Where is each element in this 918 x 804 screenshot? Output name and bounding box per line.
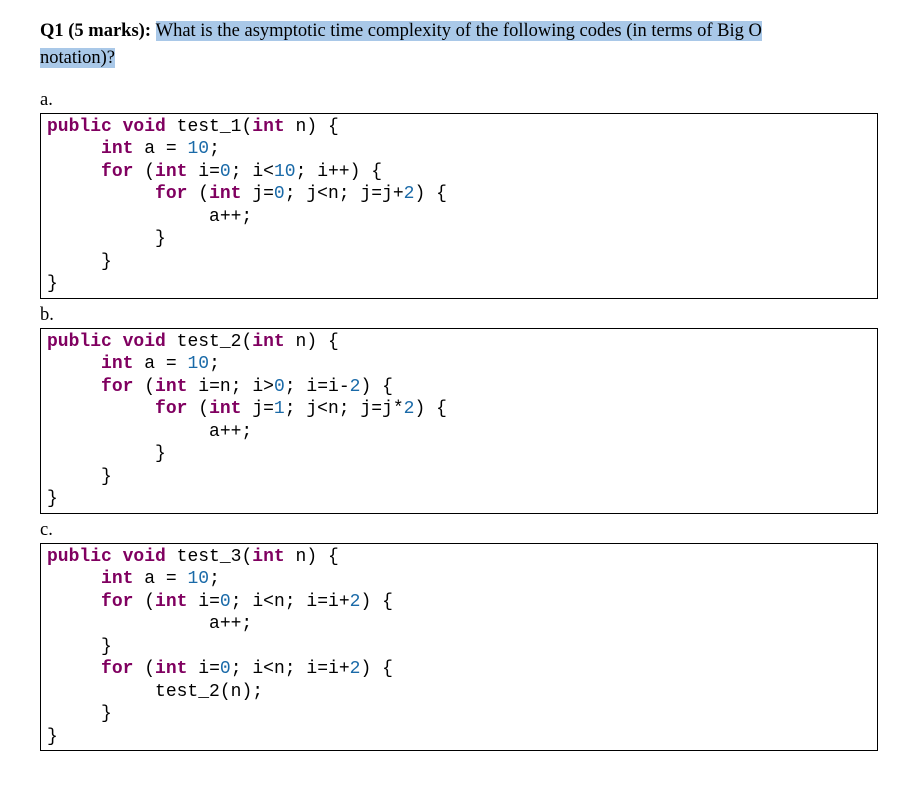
code-block-a: public void test_1(int n) { int a = 10; … (40, 113, 878, 299)
question-prompt: Q1 (5 marks): What is the asymptotic tim… (40, 18, 878, 72)
part-label-c: c. (40, 520, 878, 541)
question-text-line1: What is the asymptotic time complexity o… (156, 21, 762, 41)
part-label-a: a. (40, 90, 878, 111)
code-block-c: public void test_3(int n) { int a = 10; … (40, 543, 878, 752)
part-label-b: b. (40, 305, 878, 326)
code-block-b: public void test_2(int n) { int a = 10; … (40, 328, 878, 514)
question-text-line2: notation)? (40, 48, 115, 68)
question-number: Q1 (5 marks): (40, 21, 156, 41)
